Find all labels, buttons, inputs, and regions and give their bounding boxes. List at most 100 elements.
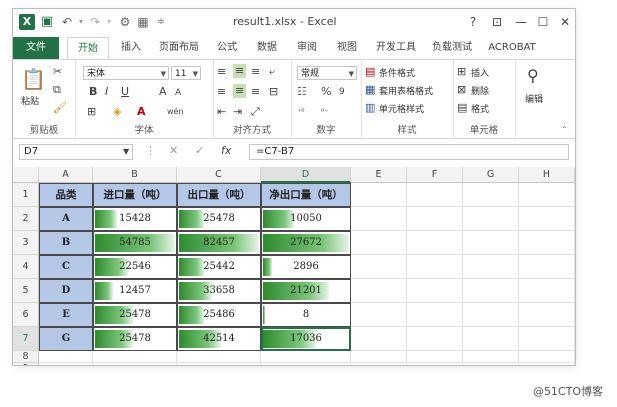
tab-insert[interactable]: 插入 [113, 37, 149, 59]
font-color-icon[interactable]: A [137, 106, 146, 118]
active-cell[interactable]: 17036 [261, 327, 351, 351]
cell[interactable] [407, 363, 463, 365]
tab-acrobat[interactable]: ACROBAT [483, 37, 541, 59]
table-cell[interactable]: 8 [261, 303, 351, 327]
borders-icon[interactable]: ⊞ [87, 106, 96, 118]
cell-styles-button[interactable]: 单元格样式 [379, 102, 424, 115]
table-cell[interactable]: 12457 [93, 279, 177, 303]
align-left-icon[interactable]: ≡ [217, 86, 226, 98]
cell[interactable] [519, 231, 575, 255]
table-cell[interactable]: 25478 [93, 327, 177, 351]
shrink-font-button[interactable]: A [175, 87, 181, 99]
paste-button[interactable]: 粘贴 [21, 94, 39, 107]
table-cell[interactable]: 42514 [177, 327, 261, 351]
camera-icon[interactable]: ▦ [135, 14, 151, 30]
close-button[interactable]: ✕ [555, 13, 575, 31]
cell[interactable] [351, 183, 407, 207]
wrap-text-icon[interactable]: ⤶ [269, 66, 275, 78]
cut-icon[interactable]: ✂ [53, 66, 62, 78]
cell[interactable] [463, 363, 519, 365]
table-header-cell[interactable]: 净出口量（吨） [261, 183, 351, 207]
align-center-icon[interactable]: ≡ [233, 84, 247, 98]
tab-developer[interactable]: 开发工具 [371, 37, 421, 59]
table-cell[interactable]: 2896 [261, 255, 351, 279]
cell[interactable] [519, 363, 575, 365]
table-cell[interactable]: 82457 [177, 231, 261, 255]
row-header-7[interactable]: 7 [13, 327, 39, 351]
formula-input[interactable]: =C7-B7 [249, 144, 569, 160]
row-header-6[interactable]: 6 [13, 303, 39, 327]
category-cell[interactable]: G [39, 327, 93, 351]
cell[interactable] [463, 327, 519, 351]
row-header-2[interactable]: 2 [13, 207, 39, 231]
column-header-g[interactable]: G [463, 167, 519, 183]
maximize-button[interactable]: ☐ [533, 13, 553, 31]
category-cell[interactable]: E [39, 303, 93, 327]
table-cell[interactable]: 15428 [93, 207, 177, 231]
tab-view[interactable]: 视图 [329, 37, 365, 59]
cell[interactable] [463, 255, 519, 279]
editing-button[interactable]: 编辑 [525, 92, 543, 105]
category-cell[interactable]: D [39, 279, 93, 303]
minimize-button[interactable]: — [511, 13, 531, 31]
cell[interactable] [463, 351, 519, 363]
name-box[interactable]: D7 [19, 144, 133, 160]
cell[interactable] [351, 363, 407, 365]
ribbon-display-button[interactable]: ⊡ [487, 13, 507, 31]
table-cell[interactable]: 21201 [261, 279, 351, 303]
merge-center-icon[interactable]: ⊟ [269, 86, 278, 98]
column-header-a[interactable]: A [39, 167, 93, 183]
save-icon[interactable]: ▣ [39, 14, 55, 30]
bold-button[interactable]: B [89, 86, 97, 98]
cell[interactable] [351, 351, 407, 363]
table-cell[interactable]: 54785 [93, 231, 177, 255]
worksheet-grid[interactable]: ABCDEFGH12345678910品类进口量（吨）出口量（吨）净出口量（吨）… [13, 167, 575, 365]
align-right-icon[interactable]: ≡ [251, 86, 260, 98]
customize-toolbar-icon[interactable]: ≑ [153, 14, 169, 30]
editing-group[interactable]: ⚲ 编辑 [515, 60, 559, 138]
column-header-d[interactable]: D [261, 167, 351, 183]
table-header-cell[interactable]: 进口量（吨） [93, 183, 177, 207]
cell[interactable] [519, 279, 575, 303]
table-cell[interactable]: 25478 [93, 303, 177, 327]
row-header-3[interactable]: 3 [13, 231, 39, 255]
cell[interactable] [351, 327, 407, 351]
align-middle-icon[interactable]: ≡ [233, 64, 247, 78]
table-cell[interactable]: 22546 [93, 255, 177, 279]
cell[interactable] [519, 303, 575, 327]
table-cell[interactable]: 25486 [177, 303, 261, 327]
redo-dropdown-icon[interactable]: ▾ [101, 14, 117, 30]
cell[interactable] [407, 279, 463, 303]
delete-button[interactable]: 删除 [471, 84, 489, 97]
cell[interactable] [519, 183, 575, 207]
conditional-format-button[interactable]: 条件格式 [379, 66, 415, 79]
collapse-ribbon-icon[interactable]: ⌃ [561, 124, 568, 136]
cell[interactable] [93, 363, 177, 365]
cell[interactable] [407, 351, 463, 363]
cell[interactable] [407, 207, 463, 231]
decrease-indent-icon[interactable]: ⇤ [217, 106, 226, 118]
column-header-f[interactable]: F [407, 167, 463, 183]
table-header-cell[interactable]: 出口量（吨） [177, 183, 261, 207]
table-cell[interactable]: 25442 [177, 255, 261, 279]
cell[interactable] [519, 207, 575, 231]
table-header-cell[interactable]: 品类 [39, 183, 93, 207]
row-header-1[interactable]: 1 [13, 183, 39, 207]
row-header-9[interactable]: 9 [13, 363, 39, 365]
tab-formulas[interactable]: 公式 [209, 37, 245, 59]
enter-icon[interactable]: ✓ [195, 145, 204, 157]
select-all-corner[interactable] [13, 167, 39, 183]
increase-indent-icon[interactable]: ⇥ [233, 106, 242, 118]
cell[interactable] [463, 279, 519, 303]
category-cell[interactable]: A [39, 207, 93, 231]
tab-load-test[interactable]: 负载测试 [427, 37, 477, 59]
category-cell[interactable]: C [39, 255, 93, 279]
table-cell[interactable]: 33658 [177, 279, 261, 303]
number-format-combo[interactable]: 常规 ▼ [297, 66, 357, 80]
format-as-table-button[interactable]: 套用表格格式 [379, 84, 433, 97]
tab-page-layout[interactable]: 页面布局 [153, 37, 205, 59]
cell[interactable] [351, 231, 407, 255]
table-cell[interactable]: 25478 [177, 207, 261, 231]
accounting-format-icon[interactable]: ☷ [297, 86, 307, 98]
cell[interactable] [261, 351, 351, 363]
